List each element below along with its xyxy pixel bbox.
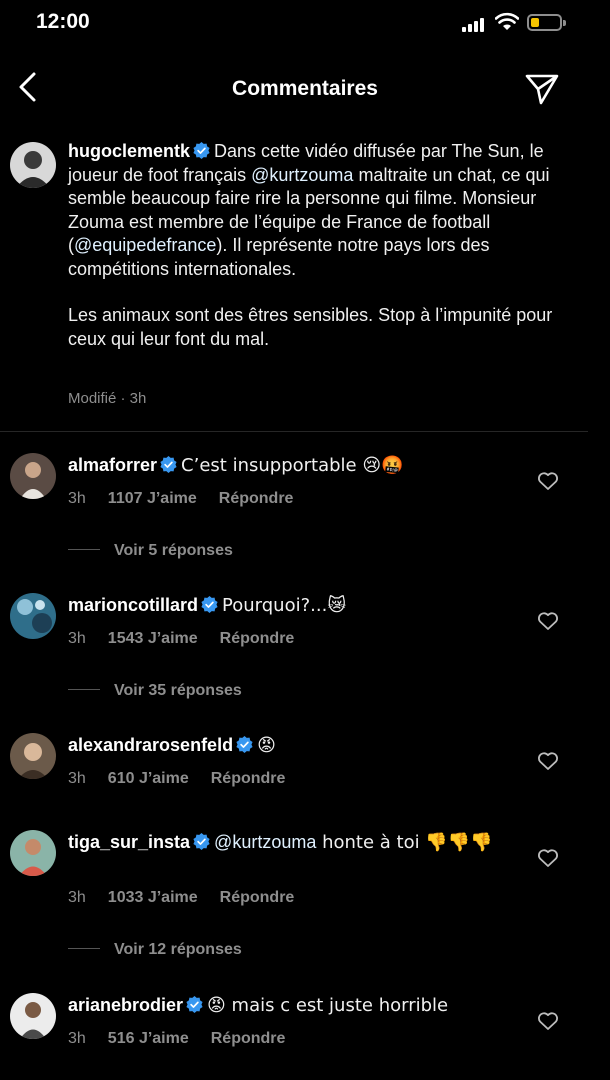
comment-time: 3h xyxy=(68,1030,86,1047)
mention-link[interactable]: @kurtzouma xyxy=(251,165,353,185)
view-replies-label: Voir 12 réponses xyxy=(114,941,242,958)
comment-time: 3h xyxy=(68,889,86,906)
status-time: 12:00 xyxy=(36,10,90,33)
comment-text: almaforrer C’est insupportable 😢🤬 xyxy=(68,453,508,478)
view-replies-label: Voir 5 réponses xyxy=(114,542,233,559)
like-count[interactable]: 610 J’aime xyxy=(108,770,189,787)
divider xyxy=(0,431,588,432)
heart-icon[interactable] xyxy=(537,471,559,491)
reply-button[interactable]: Répondre xyxy=(220,630,295,647)
avatar[interactable] xyxy=(10,733,56,779)
comment-time: 3h xyxy=(68,770,86,787)
like-count[interactable]: 1033 J’aime xyxy=(108,889,198,906)
comment-body: honte à toi 👎👎👎 xyxy=(316,832,493,853)
heart-icon[interactable] xyxy=(537,751,559,771)
view-replies-button[interactable]: Voir 5 réponses xyxy=(68,542,233,560)
avatar[interactable] xyxy=(10,593,56,639)
caption-meta: Modifié · 3h xyxy=(68,390,147,407)
reply-button[interactable]: Répondre xyxy=(211,770,286,787)
comment-text: alexandrarosenfeld 😡 xyxy=(68,733,508,758)
reply-button[interactable]: Répondre xyxy=(219,490,294,507)
comment-username[interactable]: alexandrarosenfeld xyxy=(68,735,233,755)
like-count[interactable]: 1107 J’aime xyxy=(108,490,197,507)
page-title: Commentaires xyxy=(232,77,378,100)
caption-username[interactable]: hugoclementk xyxy=(68,141,190,161)
avatar[interactable] xyxy=(10,993,56,1039)
mention-link[interactable]: @kurtzouma xyxy=(214,832,316,852)
reply-button[interactable]: Répondre xyxy=(211,1030,286,1047)
status-bar: 12:00 xyxy=(0,0,610,48)
view-replies-button[interactable]: Voir 12 réponses xyxy=(68,941,242,959)
verified-icon xyxy=(193,833,210,850)
heart-icon[interactable] xyxy=(537,848,559,868)
comment-username[interactable]: tiga_sur_insta xyxy=(68,832,190,852)
comment-text: tiga_sur_insta @kurtzouma honte à toi 👎👎👎 xyxy=(68,830,508,855)
caption-text: hugoclementk Dans cette vidéo diffusée pa… xyxy=(68,140,558,351)
verified-icon xyxy=(201,596,218,613)
comment-meta: 3h 1033 J’aime Répondre xyxy=(68,889,316,907)
comment-body: 😡 xyxy=(257,735,276,756)
reply-button[interactable]: Répondre xyxy=(220,889,295,906)
comment-meta: 3h 1107 J’aime Répondre xyxy=(68,490,315,508)
comment-body: C’est insupportable 😢🤬 xyxy=(181,455,404,476)
like-count[interactable]: 516 J’aime xyxy=(108,1030,189,1047)
comment-time: 3h xyxy=(68,630,86,647)
comment-username[interactable]: almaforrer xyxy=(68,455,157,475)
heart-icon[interactable] xyxy=(537,611,559,631)
avatar[interactable] xyxy=(10,830,56,876)
comment-username[interactable]: marioncotillard xyxy=(68,595,198,615)
comment-text: marioncotillard Pourquoi?...😿 xyxy=(68,593,508,618)
verified-icon xyxy=(236,736,253,753)
verified-icon xyxy=(160,456,177,473)
verified-icon xyxy=(186,996,203,1013)
comment-time: 3h xyxy=(68,490,86,507)
verified-icon xyxy=(193,142,210,159)
view-replies-button[interactable]: Voir 35 réponses xyxy=(68,682,242,700)
avatar[interactable] xyxy=(10,142,56,188)
heart-icon[interactable] xyxy=(537,1011,559,1031)
like-count[interactable]: 1543 J’aime xyxy=(108,630,198,647)
send-icon[interactable] xyxy=(524,72,560,106)
caption-paragraph: Les animaux sont des êtres sensibles. St… xyxy=(68,305,553,349)
comment-body: 😡 mais c est juste horrible xyxy=(207,995,449,1016)
avatar[interactable] xyxy=(10,453,56,499)
comment-meta: 3h 516 J’aime Répondre xyxy=(68,1030,307,1048)
battery-icon xyxy=(527,14,566,31)
comment-text: arianebrodier 😡 mais c est juste horrible xyxy=(68,993,508,1018)
wifi-icon xyxy=(495,12,519,30)
comment-body: Pourquoi?...😿 xyxy=(222,595,347,616)
view-replies-label: Voir 35 réponses xyxy=(114,682,242,699)
comment-meta: 3h 1543 J’aime Répondre xyxy=(68,630,316,648)
comment-username[interactable]: arianebrodier xyxy=(68,995,183,1015)
signal-icon xyxy=(462,16,488,32)
comment-meta: 3h 610 J’aime Répondre xyxy=(68,770,307,788)
mention-link[interactable]: @equipedefrance xyxy=(74,235,216,255)
navigation-bar: Commentaires xyxy=(0,60,610,116)
